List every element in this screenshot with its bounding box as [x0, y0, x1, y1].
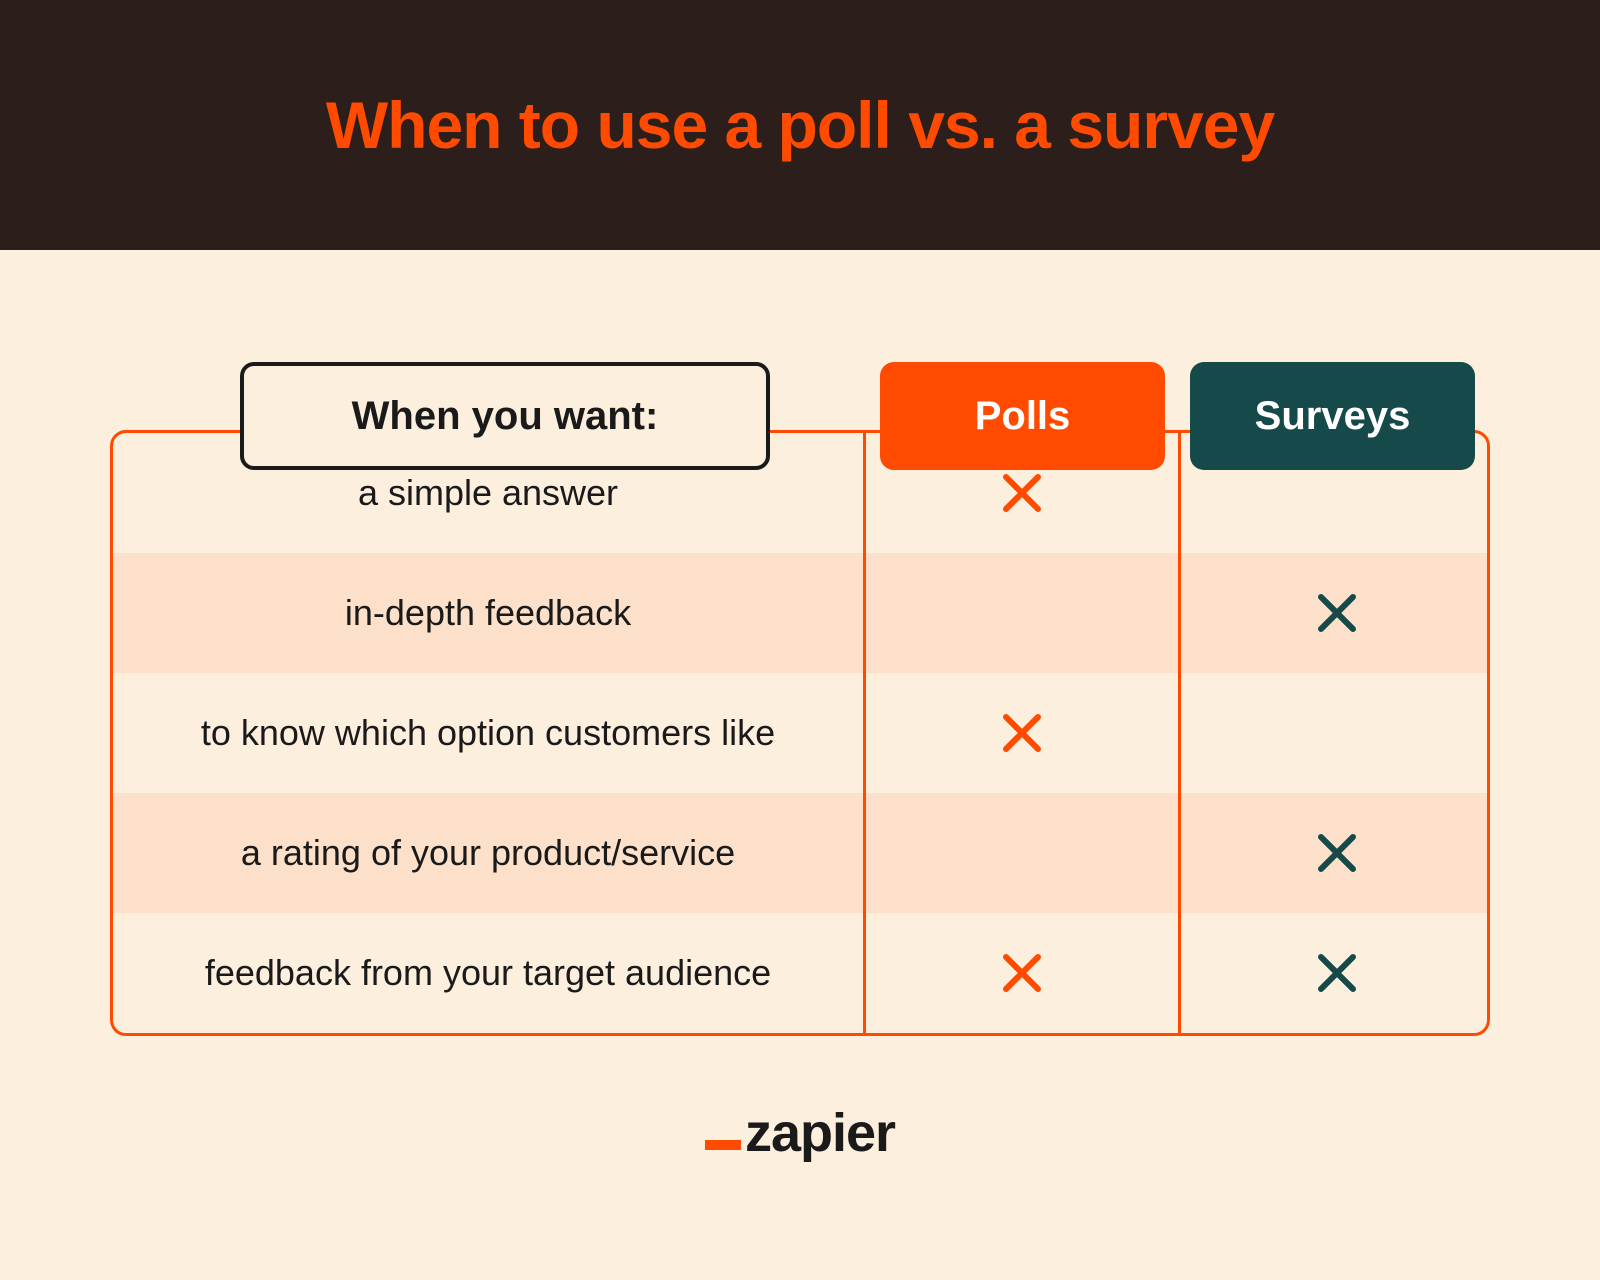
row-label: feedback from your target audience: [113, 913, 863, 1033]
zapier-logo: zapier: [705, 1106, 895, 1160]
comparison-table: When you want: Polls Surveys a simple an…: [110, 430, 1490, 1036]
row-label: a rating of your product/service: [113, 793, 863, 913]
cell-surveys: [1178, 793, 1493, 913]
header-label-want: When you want:: [352, 394, 659, 439]
header-label-polls: Polls: [975, 394, 1071, 439]
x-icon: [1313, 589, 1361, 637]
logo-wordmark: zapier: [745, 1106, 895, 1160]
table-frame: a simple answerin-depth feedbackto know …: [110, 430, 1490, 1036]
cell-surveys: [1178, 913, 1493, 1033]
cell-polls: [863, 913, 1178, 1033]
x-icon: [1313, 829, 1361, 877]
table-row: a rating of your product/service: [113, 793, 1487, 913]
header-pill-polls: Polls: [880, 362, 1165, 470]
table-row: to know which option customers like: [113, 673, 1487, 793]
x-icon: [998, 949, 1046, 997]
cell-polls: [863, 553, 1178, 673]
table-row: feedback from your target audience: [113, 913, 1487, 1033]
row-label: in-depth feedback: [113, 553, 863, 673]
row-label: to know which option customers like: [113, 673, 863, 793]
cell-polls: [863, 793, 1178, 913]
x-icon: [998, 709, 1046, 757]
header-band: When to use a poll vs. a survey: [0, 0, 1600, 250]
header-label-surveys: Surveys: [1255, 394, 1411, 439]
header-pill-surveys: Surveys: [1190, 362, 1475, 470]
cell-polls: [863, 673, 1178, 793]
cell-surveys: [1178, 673, 1493, 793]
x-icon: [998, 469, 1046, 517]
page-title: When to use a poll vs. a survey: [326, 87, 1274, 163]
cell-surveys: [1178, 553, 1493, 673]
header-pill-when-you-want: When you want:: [240, 362, 770, 470]
infographic-canvas: When to use a poll vs. a survey When you…: [0, 0, 1600, 1280]
table-row: in-depth feedback: [113, 553, 1487, 673]
x-icon: [1313, 949, 1361, 997]
logo-underscore-icon: [705, 1140, 741, 1150]
